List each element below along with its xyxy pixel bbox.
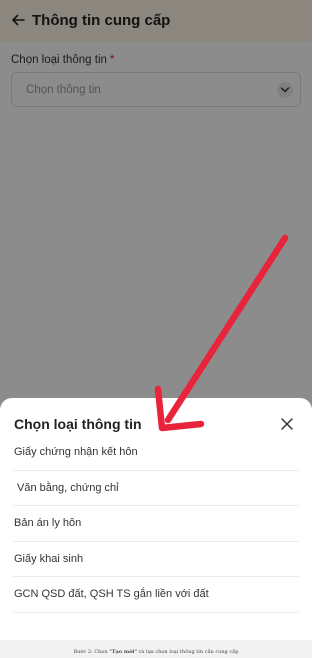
list-item-marriage-certificate[interactable]: Giấy chứng nhận kết hôn (13, 435, 299, 471)
list-item-birth-certificate[interactable]: Giấy khai sinh (13, 542, 299, 577)
list-item-label: Bản án ly hôn (14, 517, 82, 530)
list-item-diploma[interactable]: Văn bằng, chứng chỉ (13, 471, 299, 506)
list-item-divorce-judgment[interactable]: Bản án ly hôn (13, 506, 299, 542)
list-item-label: Văn bằng, chứng chỉ (14, 481, 119, 494)
sheet-title: Chọn loại thông tin (14, 416, 142, 432)
caption-prefix: Bước 2: Chọn (73, 649, 110, 655)
list-item-label: GCN QSD đất, QSH TS gắn liền với đất (14, 588, 209, 601)
caption-suffix: và lựa chọn loại thông tin cần cung cấp (136, 649, 239, 655)
caption-bar: Bước 2: Chọn "Tạo mới" và lựa chọn loại … (0, 640, 312, 658)
caption-bold: "Tạo mới" (109, 649, 137, 655)
list-item-land-certificate[interactable]: GCN QSD đất, QSH TS gắn liền với đất (13, 577, 299, 613)
list-item-label: Giấy khai sinh (14, 552, 84, 565)
bottom-sheet: Chọn loại thông tin Giấy chứng nhận kết … (0, 398, 312, 640)
info-type-list: Giấy chứng nhận kết hôn Văn bằng, chứng … (0, 435, 312, 613)
list-item-label: Giấy chứng nhận kết hôn (14, 446, 138, 459)
caption: Bước 2: Chọn "Tạo mới" và lựa chọn loại … (74, 649, 239, 655)
close-icon[interactable] (281, 418, 293, 430)
